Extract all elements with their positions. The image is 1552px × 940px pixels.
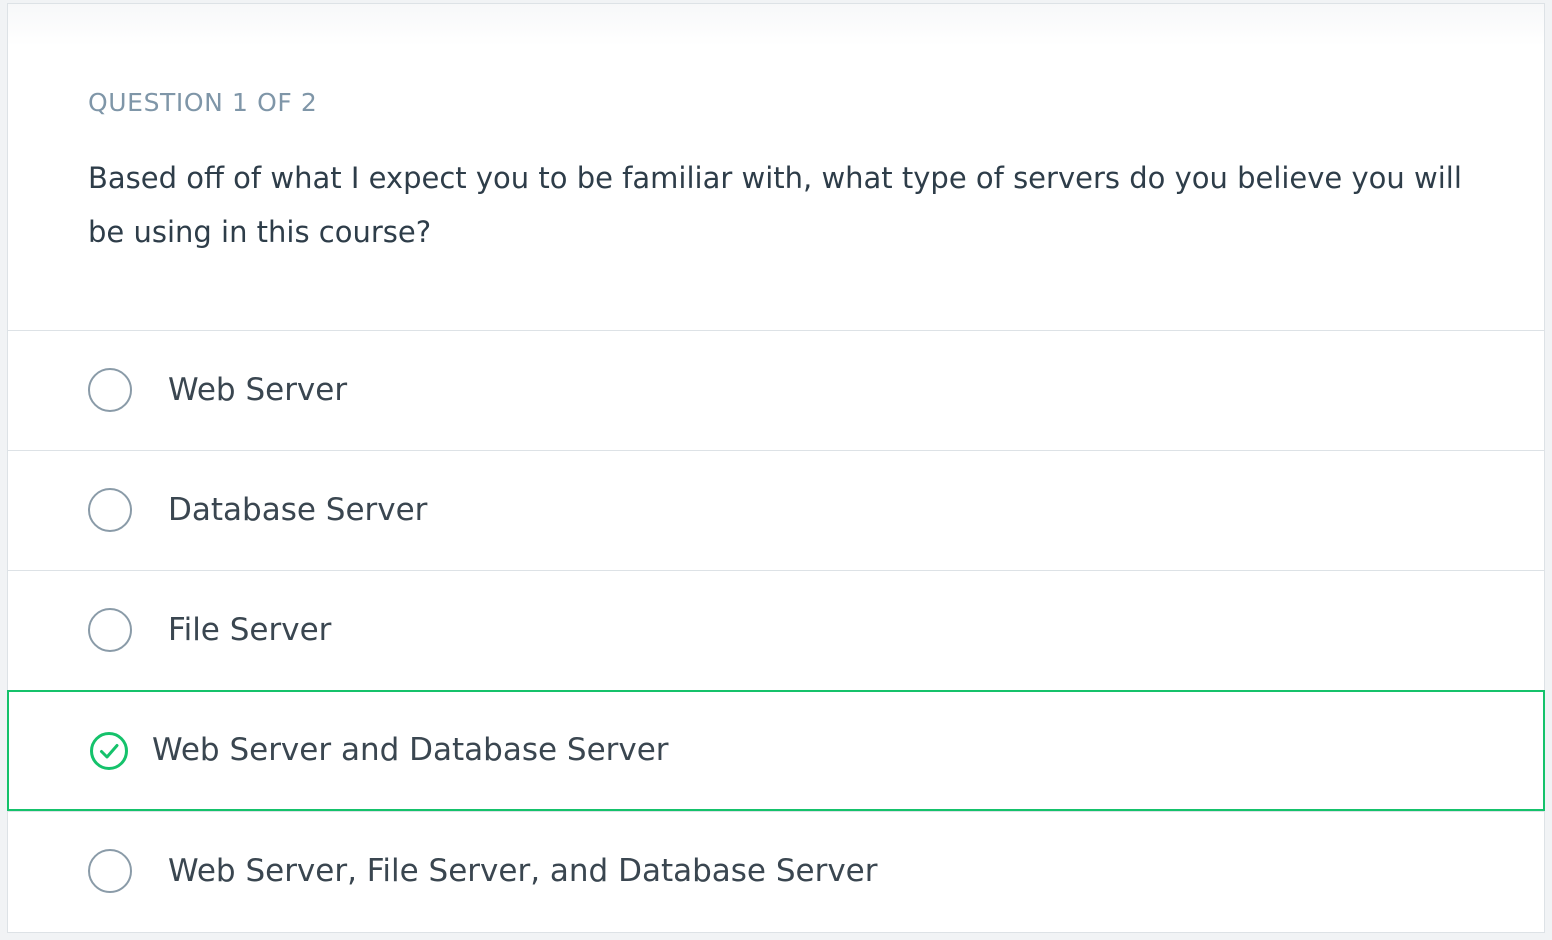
answer-option-file-server[interactable]: File Server [8, 570, 1544, 690]
radio-empty-icon[interactable] [88, 608, 132, 652]
answer-option-web-server[interactable]: Web Server [8, 330, 1544, 450]
answer-option-label: Web Server, File Server, and Database Se… [168, 853, 878, 889]
answer-option-web-and-database-server[interactable]: Web Server and Database Server [7, 690, 1545, 811]
radio-empty-icon[interactable] [88, 849, 132, 893]
radio-empty-icon[interactable] [88, 488, 132, 532]
answer-option-label: File Server [168, 612, 332, 648]
answer-option-label: Web Server and Database Server [152, 732, 669, 768]
radio-empty-icon[interactable] [88, 368, 132, 412]
card-top-band [8, 4, 1544, 46]
question-header: QUESTION 1 OF 2 Based off of what I expe… [88, 88, 1488, 259]
answer-option-label: Database Server [168, 492, 428, 528]
answer-option-web-file-database-server[interactable]: Web Server, File Server, and Database Se… [8, 811, 1544, 931]
question-counter: QUESTION 1 OF 2 [88, 88, 318, 117]
question-text: Based off of what I expect you to be fam… [88, 161, 1462, 249]
check-circle-icon[interactable] [89, 731, 129, 771]
answer-options: Web Server Database Server File Server W… [7, 330, 1545, 931]
answer-option-label: Web Server [168, 372, 348, 408]
answer-option-database-server[interactable]: Database Server [8, 450, 1544, 570]
quiz-card: QUESTION 1 OF 2 Based off of what I expe… [7, 3, 1545, 933]
